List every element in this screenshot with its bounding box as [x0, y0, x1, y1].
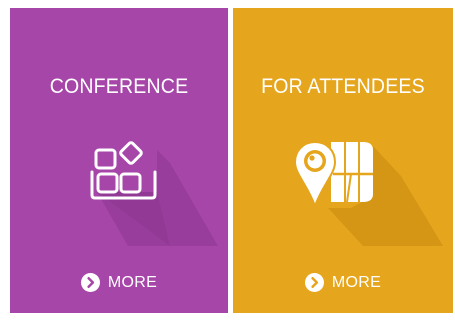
more-button[interactable]: MORE	[10, 273, 228, 292]
conference-tile[interactable]: CONFERENCE MORE	[10, 8, 228, 313]
more-label: MORE	[107, 273, 158, 291]
chevron-circle-right-icon	[304, 273, 324, 292]
tiles-container: CONFERENCE MORE FOR ATTENDEES MORE	[0, 0, 455, 323]
map-pin-icon	[233, 136, 453, 246]
attendees-tile[interactable]: FOR ATTENDEES MORE	[233, 8, 453, 313]
tile-title: FOR ATTENDEES	[261, 75, 425, 98]
more-label: MORE	[331, 273, 382, 291]
apps-grid-icon	[10, 136, 228, 246]
tile-title: CONFERENCE	[49, 75, 189, 98]
chevron-circle-right-icon	[80, 273, 100, 292]
more-button[interactable]: MORE	[233, 273, 453, 292]
